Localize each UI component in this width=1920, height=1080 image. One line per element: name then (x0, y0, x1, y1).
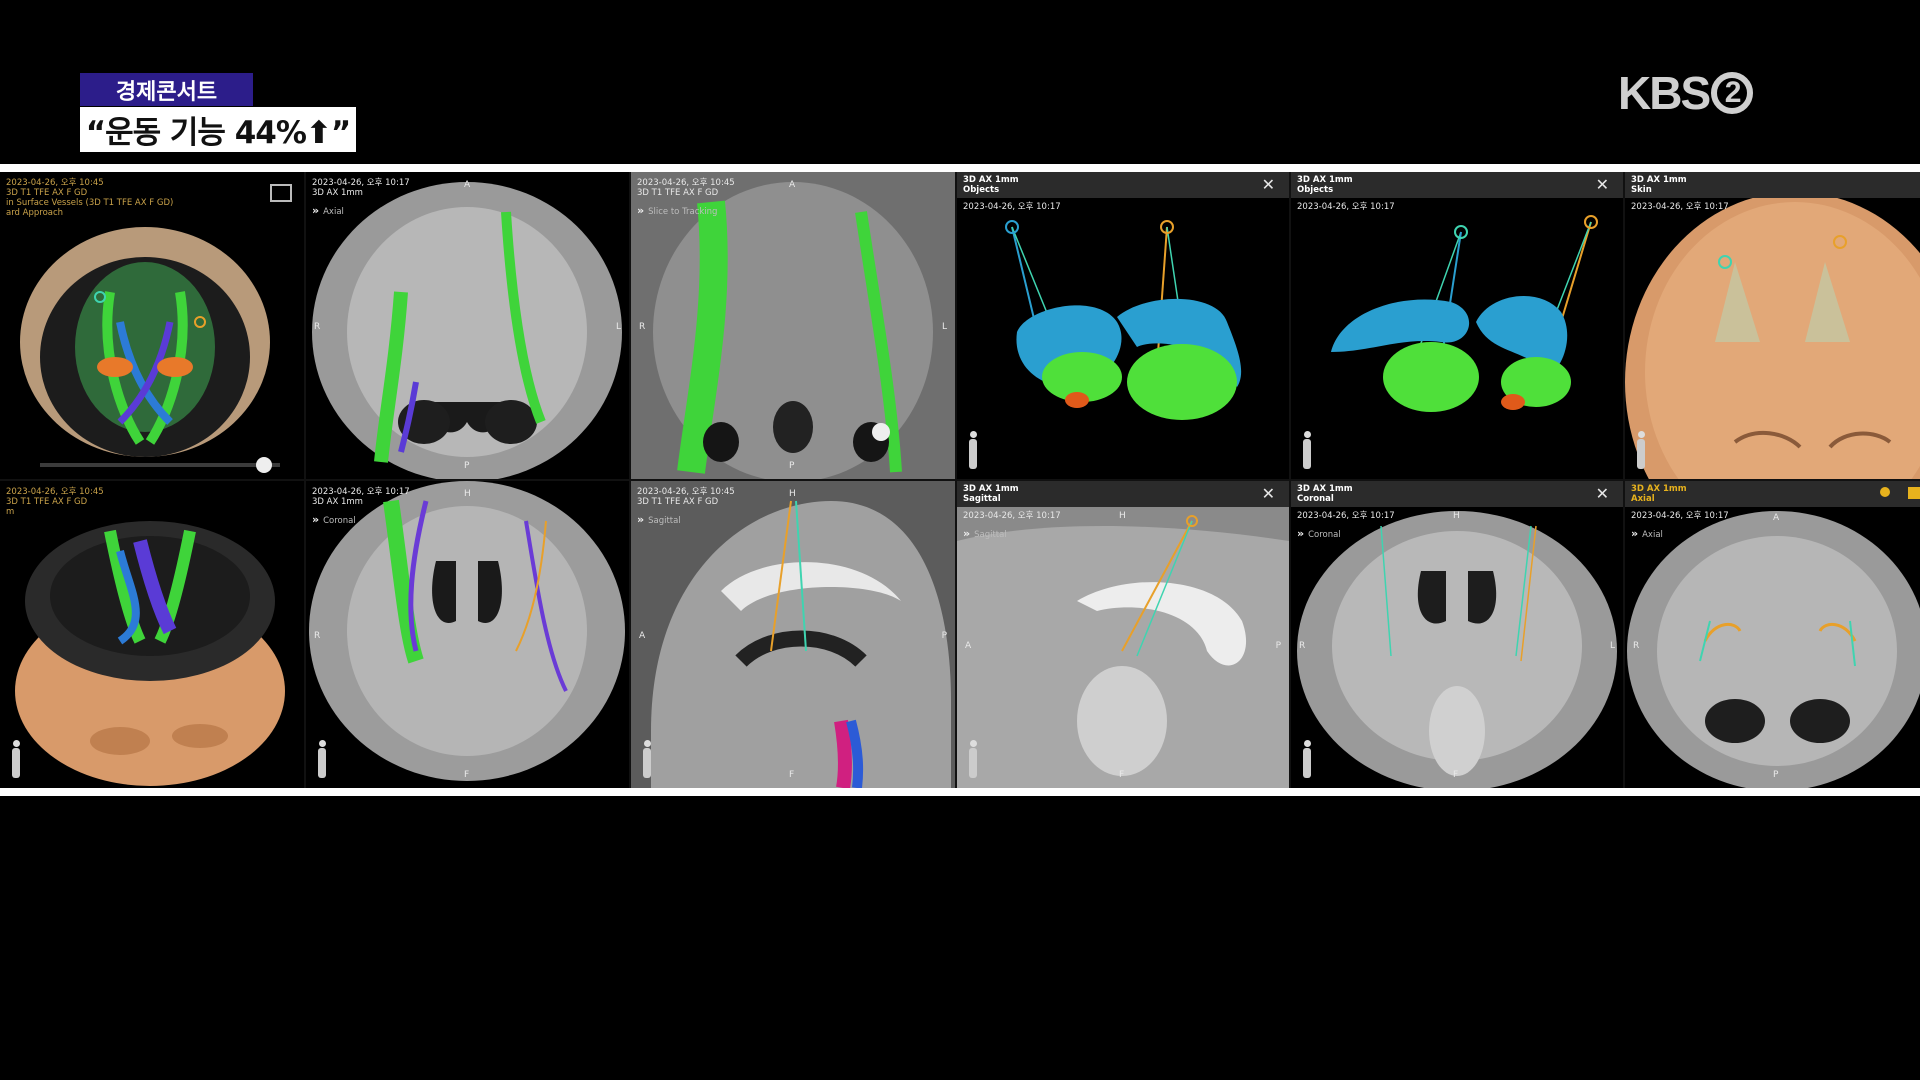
panel-info-7: 2023-04-26, 오후 10:45 3D T1 TFE AX F GD m (6, 487, 104, 517)
skin-face-render (1625, 192, 1920, 479)
panel-titlebar: 3D AX 1mm Coronal (1291, 481, 1623, 507)
orientation-figure-icon (1635, 431, 1647, 471)
panel-info-6: 2023-04-26, 오후 10:17 (1631, 202, 1729, 212)
channel-number: 2 (1711, 72, 1754, 114)
panel-3d-head-tractography-2[interactable]: 2023-04-26, 오후 10:45 3D T1 TFE AX F GD m (0, 481, 304, 788)
headline-caption: “운동 기능 44%⬆” (80, 107, 356, 152)
panel-info-12: 2023-04-26, 오후 10:17 » Axial (1631, 511, 1729, 540)
target-objects-render (1005, 220, 1242, 420)
orient-anterior: A (789, 180, 796, 190)
opacity-slider[interactable] (40, 457, 280, 473)
orient-posterior: P (1773, 770, 1779, 780)
panel-titlebar: 3D AX 1mm Objects (957, 172, 1289, 198)
orient-left: L (615, 322, 621, 332)
orientation-figure-icon (316, 740, 328, 780)
panel-info-5: 2023-04-26, 오후 10:17 (1297, 202, 1395, 212)
orientation-figure-icon (10, 740, 22, 780)
close-icon[interactable]: ✕ (1596, 175, 1609, 194)
panel-sagittal-mri-1[interactable]: 2023-04-26, 오후 10:45 3D T1 TFE AX F GD »… (631, 481, 955, 788)
orientation-figure-icon (967, 740, 979, 780)
coronal-mri-image (309, 481, 625, 781)
orient-right: R (1299, 641, 1306, 651)
panel-axial-mri-3[interactable]: 3D AX 1mm Axial 2023-04-26, 오후 10:17 » Axi… (1625, 481, 1920, 788)
panel-axial-mri-2[interactable]: 2023-04-26, 오후 10:45 3D T1 TFE AX F GD »… (631, 172, 955, 479)
orient-foot: F (1453, 770, 1459, 780)
lock-icon[interactable] (1880, 487, 1890, 497)
channel-logo-text: KBS (1618, 67, 1711, 119)
orient-anterior: A (464, 180, 471, 190)
panel-3d-objects-1[interactable]: 3D AX 1mm Objects ✕ 2023-04-26, 오후 10:17 (957, 172, 1289, 479)
panel-info-3: 2023-04-26, 오후 10:45 3D T1 TFE AX F GD »… (637, 178, 735, 217)
panel-titlebar: 3D AX 1mm Objects (1291, 172, 1623, 198)
orient-left: L (941, 322, 947, 332)
slider-knob[interactable] (256, 457, 272, 473)
panel-info-2: 2023-04-26, 오후 10:17 3D AX 1mm » Axial (312, 178, 410, 217)
axial-mri-image-2 (631, 172, 955, 479)
orient-left: L (1609, 641, 1615, 651)
panel-titlebar: 3D AX 1mm Skin (1625, 172, 1920, 198)
close-icon[interactable]: ✕ (1596, 484, 1609, 503)
orient-right: R (639, 322, 646, 332)
axial-mri-image (312, 182, 622, 479)
orient-head: H (1119, 511, 1126, 521)
orient-posterior: P (464, 461, 470, 471)
panel-3d-objects-2[interactable]: 3D AX 1mm Objects ✕ 2023-04-26, 오후 10:17 (1291, 172, 1623, 479)
orient-head: H (789, 489, 796, 499)
close-icon[interactable]: ✕ (1262, 484, 1275, 503)
orient-anterior: A (1773, 513, 1780, 523)
panel-info-9: 2023-04-26, 오후 10:45 3D T1 TFE AX F GD »… (637, 487, 735, 526)
imaging-viewer-grid: 2023-04-26, 오후 10:45 3D T1 TFE AX F GD i… (0, 172, 1920, 788)
panel-info-1: 2023-04-26, 오후 10:45 3D T1 TFE AX F GD i… (6, 178, 174, 218)
panel-axial-mri-1[interactable]: 2023-04-26, 오후 10:17 3D AX 1mm » Axial A … (306, 172, 629, 479)
panel-coronal-mri-1[interactable]: 2023-04-26, 오후 10:17 3D AX 1mm » Coronal … (306, 481, 629, 788)
orient-posterior: P (789, 461, 795, 471)
orient-posterior: P (941, 631, 947, 641)
orientation-figure-icon (1301, 740, 1313, 780)
program-tag: 경제콘서트 (80, 73, 253, 106)
orient-head: H (1453, 511, 1460, 521)
orient-posterior: P (1275, 641, 1281, 651)
edit-icon[interactable] (1908, 487, 1920, 499)
head-3d-render-2 (15, 521, 285, 786)
orientation-figure-icon (641, 740, 653, 780)
panel-titlebar: 3D AX 1mm Axial (1625, 481, 1920, 507)
panel-3d-skin[interactable]: 3D AX 1mm Skin 2023-04-26, 오후 10:17 (1625, 172, 1920, 479)
panel-titlebar: 3D AX 1mm Sagittal (957, 481, 1289, 507)
orientation-figure-icon (1301, 431, 1313, 471)
close-icon[interactable]: ✕ (1262, 175, 1275, 194)
panel-3d-head-tractography[interactable]: 2023-04-26, 오후 10:45 3D T1 TFE AX F GD i… (0, 172, 304, 479)
orient-head: H (464, 489, 471, 499)
head-3d-render (20, 227, 270, 457)
orient-anterior: A (965, 641, 972, 651)
orient-right: R (1633, 641, 1640, 651)
panel-info-10: 2023-04-26, 오후 10:17 » Sagittal (963, 511, 1061, 540)
orient-right: R (314, 322, 321, 332)
panel-info-8: 2023-04-26, 오후 10:17 3D AX 1mm » Coronal (312, 487, 410, 526)
snapshot-icon[interactable] (270, 184, 292, 202)
panel-sagittal-mri-2[interactable]: 3D AX 1mm Sagittal ✕ 2023-04-26, 오후 10:17… (957, 481, 1289, 788)
panel-coronal-mri-2[interactable]: 3D AX 1mm Coronal ✕ 2023-04-26, 오후 10:17 … (1291, 481, 1623, 788)
channel-logo: KBS 2 (1618, 66, 1754, 120)
orient-foot: F (1119, 770, 1125, 780)
orient-anterior: A (639, 631, 646, 641)
orient-foot: F (464, 770, 470, 780)
sagittal-mri-image (631, 481, 955, 788)
panel-info-4: 2023-04-26, 오후 10:17 (963, 202, 1061, 212)
orient-foot: F (789, 770, 795, 780)
orientation-figure-icon (967, 431, 979, 471)
orient-right: R (314, 631, 321, 641)
target-objects-render-2 (1331, 215, 1598, 412)
panel-info-11: 2023-04-26, 오후 10:17 » Coronal (1297, 511, 1395, 540)
